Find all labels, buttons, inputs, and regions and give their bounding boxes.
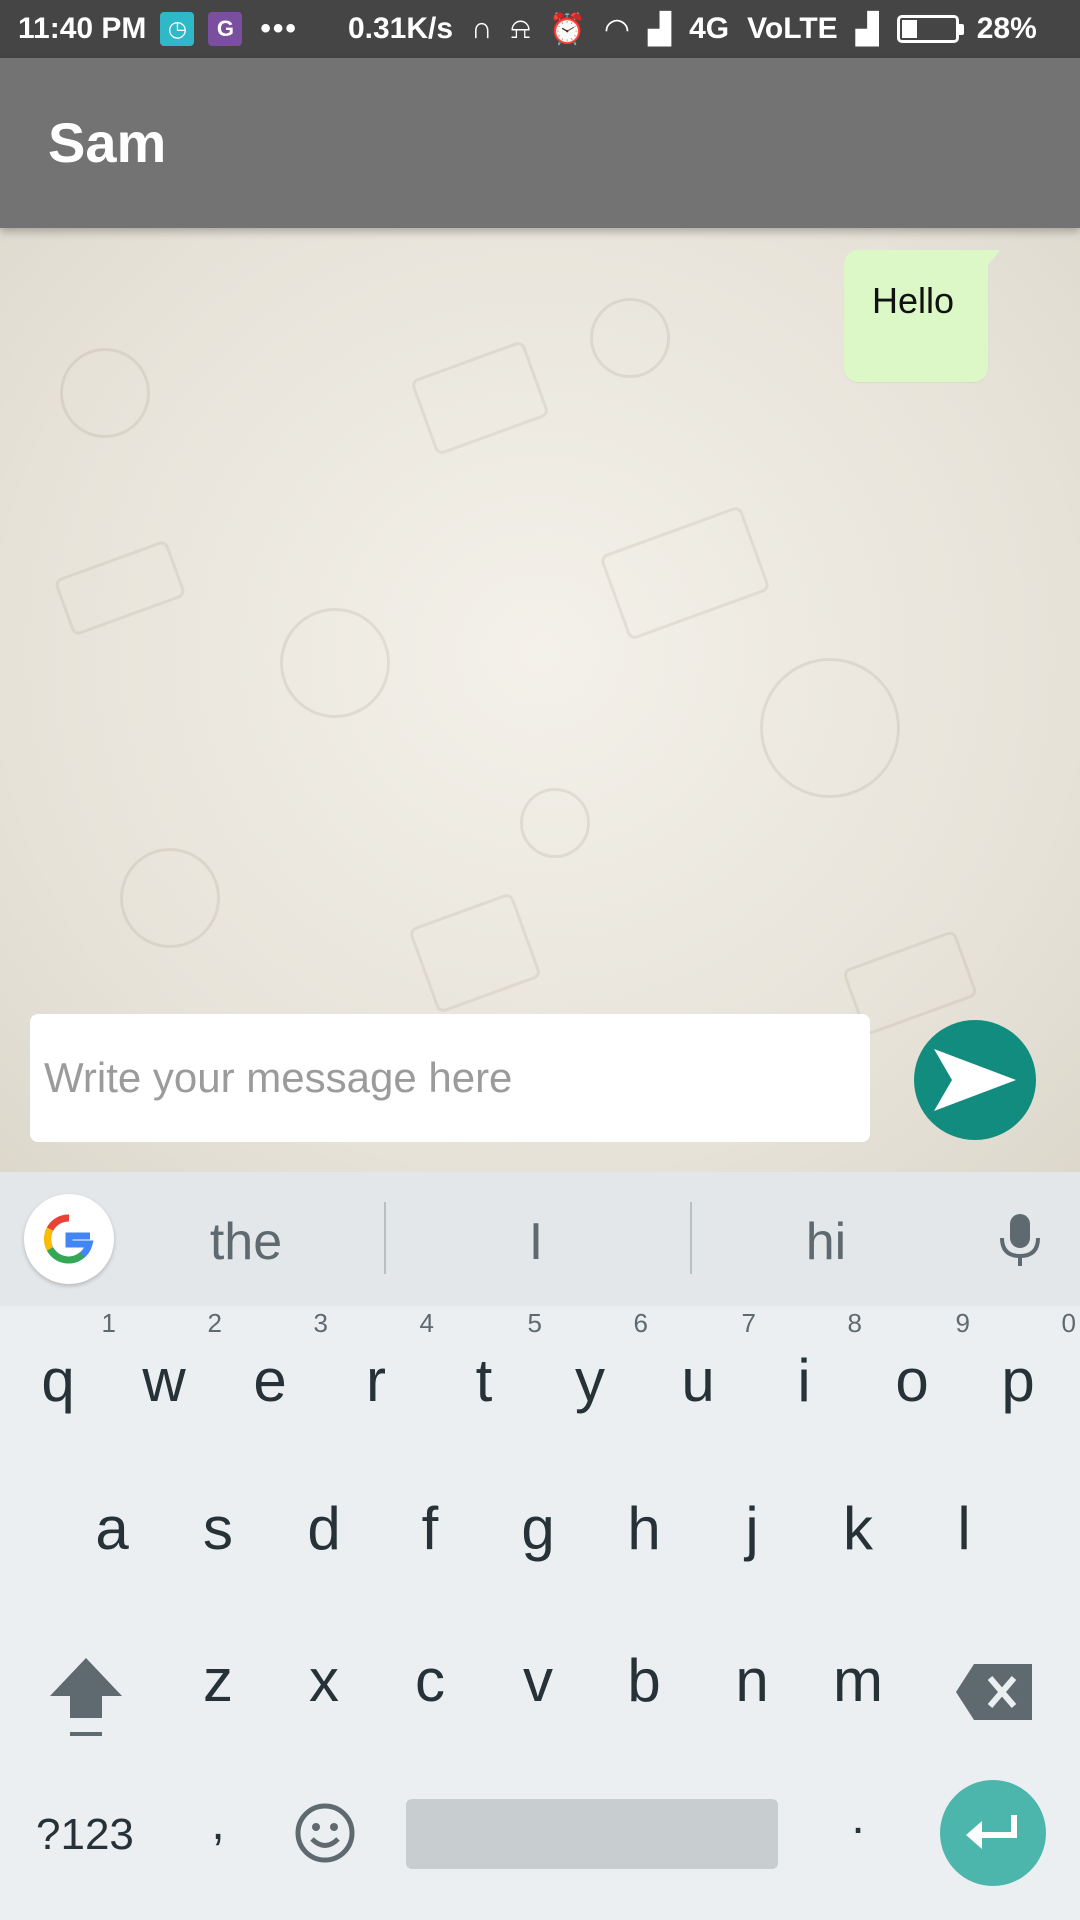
message-text: Hello [871, 280, 954, 321]
key-label: q [41, 1347, 75, 1414]
key-x[interactable]: x [274, 1646, 374, 1715]
key-m[interactable]: m [808, 1646, 908, 1715]
key-k[interactable]: k [808, 1494, 908, 1563]
comma-key[interactable]: , [168, 1796, 268, 1851]
send-button[interactable] [914, 1020, 1036, 1140]
key-label: p [1001, 1347, 1035, 1414]
doodle-pattern [520, 788, 590, 858]
app-bar: Sam [0, 58, 1080, 228]
status-time: 11:40 PM [18, 12, 147, 45]
key-hint: 2 [207, 1308, 222, 1338]
key-a[interactable]: a [62, 1494, 162, 1563]
headphones-icon: ∩ [471, 12, 493, 45]
key-u[interactable]: u7 [648, 1308, 756, 1415]
key-p[interactable]: p0 [968, 1308, 1076, 1415]
mute-bell-icon: ⍾ [510, 12, 531, 45]
key-label: u [681, 1347, 715, 1414]
key-hint: 9 [955, 1308, 970, 1338]
battery-icon [896, 15, 964, 43]
key-c[interactable]: c [380, 1646, 480, 1715]
alarm-icon: ⏰ [548, 12, 586, 46]
key-e[interactable]: e3 [220, 1308, 328, 1415]
key-b[interactable]: b [594, 1646, 694, 1715]
key-l[interactable]: l [914, 1494, 1014, 1563]
emoji-icon[interactable] [294, 1802, 356, 1864]
key-r[interactable]: r4 [326, 1308, 434, 1415]
suggestion-divider [384, 1202, 386, 1274]
suggestion-item[interactable]: I [436, 1212, 636, 1272]
signal-2-icon: ▟ [855, 12, 879, 46]
period-key[interactable]: . [808, 1790, 908, 1845]
key-w[interactable]: w2 [114, 1308, 222, 1415]
suggestion-bar: the I hi [0, 1172, 1080, 1306]
key-i[interactable]: i8 [754, 1308, 862, 1415]
key-s[interactable]: s [168, 1494, 268, 1563]
message-bubble-outgoing[interactable]: Hello [843, 250, 1001, 382]
key-hint: 3 [313, 1308, 328, 1338]
shift-icon[interactable] [46, 1654, 126, 1740]
volte-label: VoLTE [747, 12, 838, 45]
key-label: i [797, 1347, 811, 1414]
key-label: y [575, 1347, 605, 1414]
key-hint: 5 [527, 1308, 542, 1338]
enter-icon [966, 1815, 1017, 1849]
key-hint: 4 [419, 1308, 434, 1338]
network-speed: 0.31K/s [347, 12, 454, 45]
contact-name: Sam [48, 111, 167, 174]
key-t[interactable]: t5 [434, 1308, 542, 1415]
google-logo-icon[interactable] [24, 1194, 114, 1284]
doodle-pattern [53, 539, 187, 637]
key-hint: 0 [1061, 1308, 1076, 1338]
key-q[interactable]: q1 [8, 1308, 116, 1415]
suggestion-divider [690, 1202, 692, 1274]
key-n[interactable]: n [702, 1646, 802, 1715]
key-label: e [253, 1347, 287, 1414]
key-hint: 6 [633, 1308, 648, 1338]
battery-percent: 28% [976, 12, 1037, 45]
wifi-icon: ◠ [603, 12, 630, 46]
key-h[interactable]: h [594, 1494, 694, 1563]
doodle-pattern [60, 348, 150, 438]
key-o[interactable]: o9 [862, 1308, 970, 1415]
microphone-icon[interactable] [990, 1210, 1050, 1270]
doodle-pattern [760, 658, 900, 798]
key-d[interactable]: d [274, 1494, 374, 1563]
more-notifications-icon: ••• [260, 12, 298, 45]
clock-app-icon: ◷ [160, 12, 195, 46]
key-j[interactable]: j [702, 1494, 802, 1563]
space-bar[interactable] [406, 1799, 778, 1869]
key-v[interactable]: v [488, 1646, 588, 1715]
key-label: o [895, 1347, 929, 1414]
key-label: w [142, 1347, 186, 1414]
key-y[interactable]: y6 [540, 1308, 648, 1415]
key-hint: 1 [101, 1308, 116, 1338]
doodle-pattern [280, 608, 390, 718]
symbols-key[interactable]: ?123 [36, 1810, 134, 1860]
doodle-pattern [599, 505, 771, 641]
network-type: 4G [689, 12, 730, 45]
key-label: t [475, 1347, 493, 1414]
enter-key[interactable] [940, 1780, 1046, 1886]
key-g[interactable]: g [488, 1494, 588, 1563]
doodle-pattern [590, 298, 670, 378]
key-f[interactable]: f [380, 1494, 480, 1563]
keyboard: the I hi q1 w2 e3 r4 t5 y6 u7 i8 o9 p0 a… [0, 1172, 1080, 1920]
status-bar: 11:40 PM ◷ G ••• 0.31K/s ∩ ⍾ ⏰ ◠ ▟ 4G Vo… [0, 0, 1080, 58]
key-hint: 8 [847, 1308, 862, 1338]
suggestion-item[interactable]: the [146, 1212, 346, 1272]
key-label: r [366, 1347, 386, 1414]
backspace-icon[interactable] [956, 1664, 1032, 1720]
message-input[interactable] [30, 1014, 870, 1142]
doodle-pattern [120, 848, 220, 948]
key-z[interactable]: z [168, 1646, 268, 1715]
send-icon [934, 1049, 1016, 1111]
key-hint: 7 [741, 1308, 756, 1338]
doodle-pattern [409, 339, 551, 457]
google-app-icon: G [208, 12, 243, 46]
doodle-pattern [407, 891, 543, 1015]
signal-icon: ▟ [648, 12, 672, 46]
suggestion-item[interactable]: hi [726, 1212, 926, 1272]
